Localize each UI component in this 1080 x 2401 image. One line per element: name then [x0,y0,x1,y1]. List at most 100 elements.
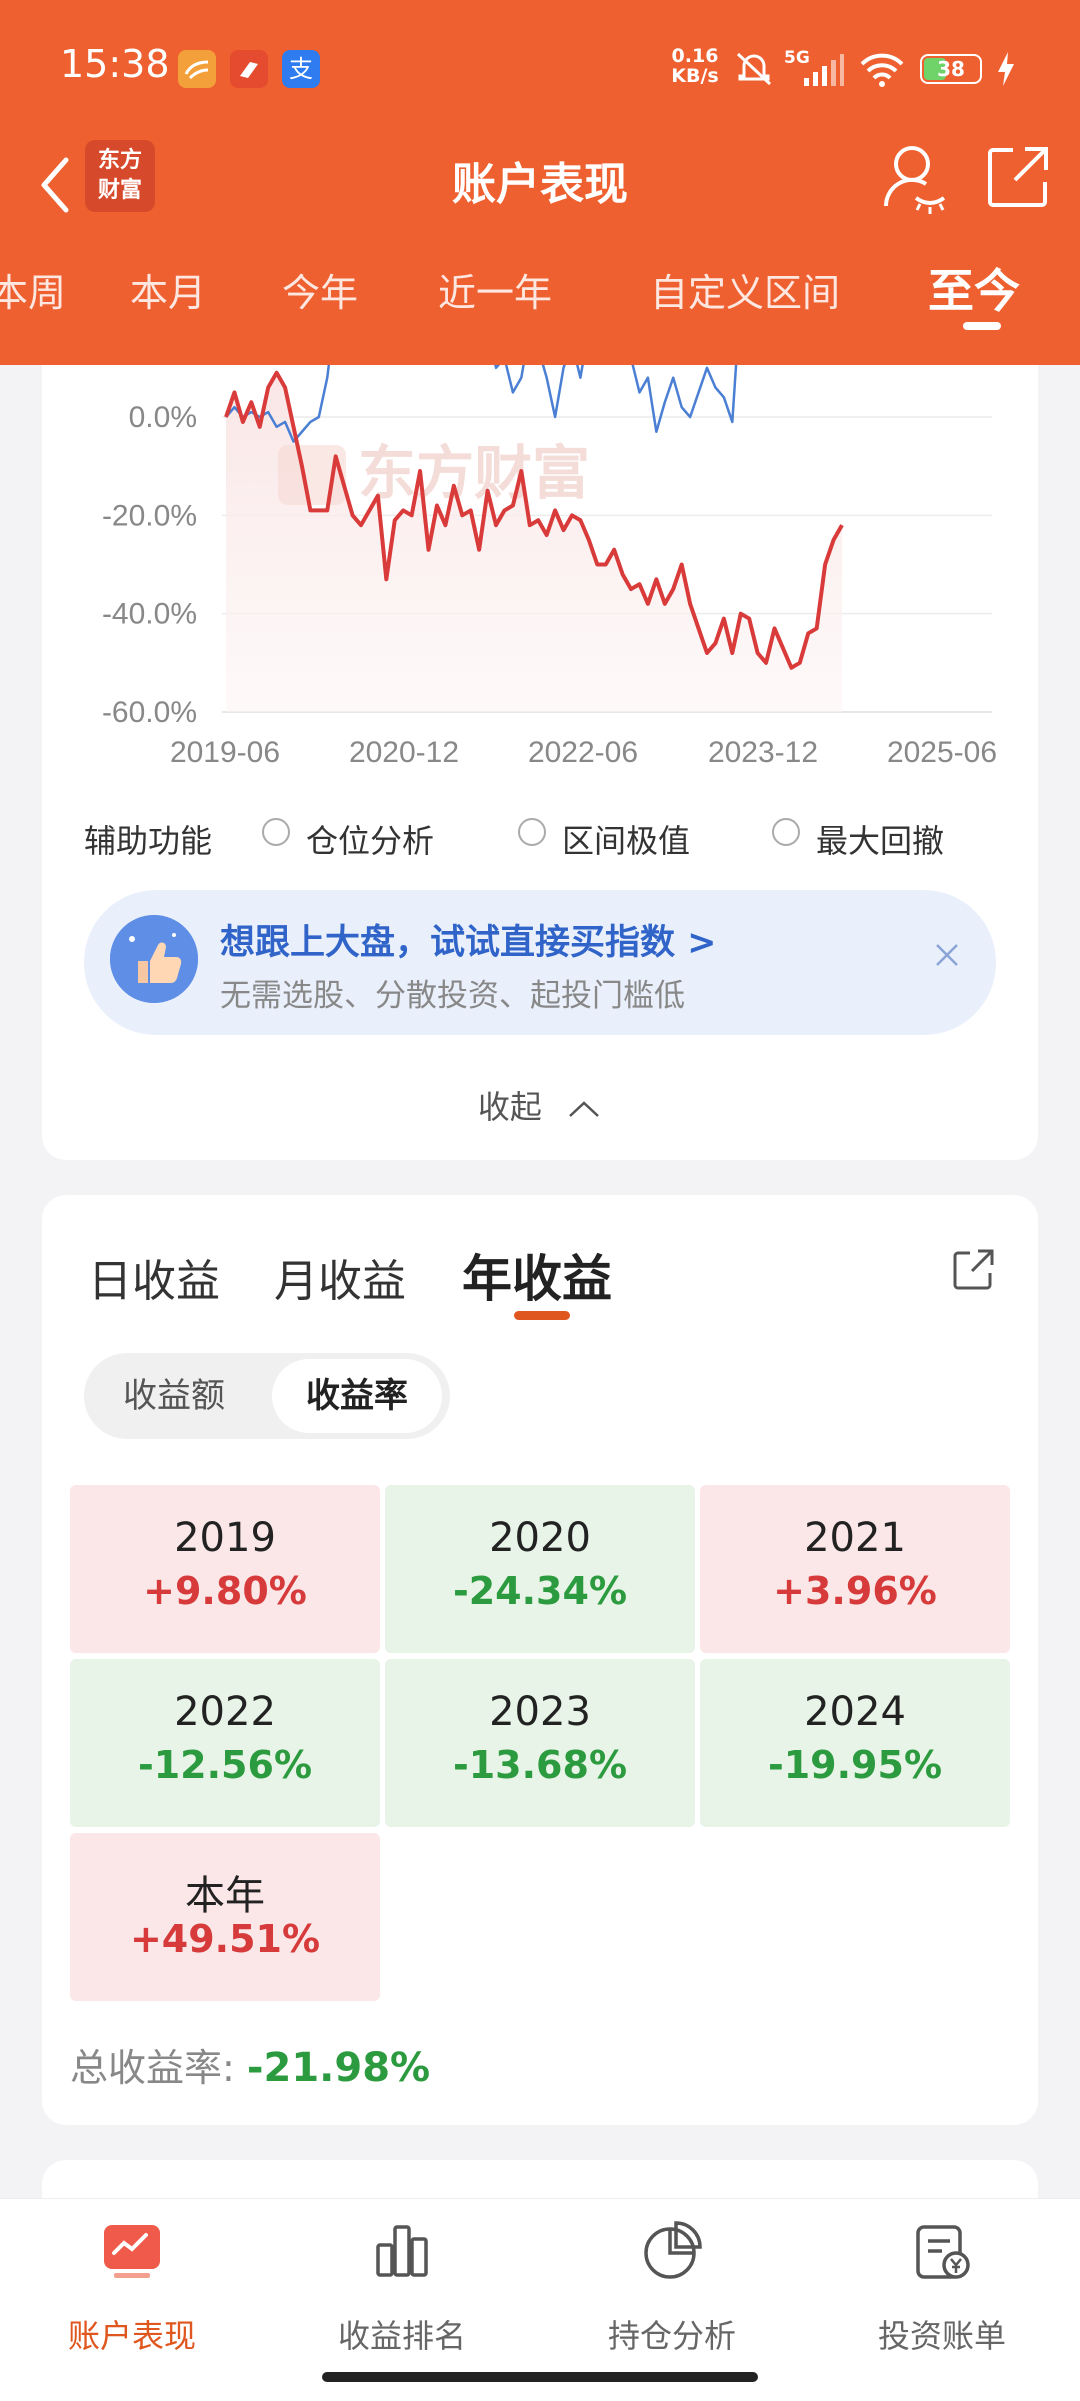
tab-since-inception[interactable]: 至今 [928,255,1020,321]
year-return: +9.80% [143,1569,307,1613]
collapse-label: 收起 [477,1088,542,1126]
collapse-button[interactable]: 收起 [0,1082,1080,1128]
period-tab-indicator [963,322,1001,330]
tab-monthly-returns[interactable]: 月收益 [274,1245,406,1309]
period-tabs: 本周 本月 今年 近一年 自定义区间 至今 [0,240,1080,365]
export-icon[interactable] [950,1245,998,1293]
radio-position-analysis[interactable] [262,818,290,846]
y-tick-label: 0.0% [129,401,197,434]
year-cell-2020[interactable]: 2020 -24.34% [385,1485,695,1653]
benchmark-return-line [225,365,738,443]
year-cell-2019[interactable]: 2019 +9.80% [70,1485,380,1653]
tab-last-year[interactable]: 近一年 [438,262,552,317]
year-cell-2022[interactable]: 2022 -12.56% [70,1659,380,1827]
year-cell-2021[interactable]: 2021 +3.96% [700,1485,1010,1653]
nav-label: 账户表现 [67,2317,196,2355]
y-tick-label: -40.0% [102,598,197,631]
index-promo-banner[interactable]: 想跟上大盘，试试直接买指数 > 无需选股、分散投资、起投门槛低 [84,890,996,1035]
wifi-icon [860,53,904,87]
nav-account-performance[interactable]: 账户表现 [32,2219,232,2359]
wallet-app-icon [178,50,216,88]
nav-holdings-analysis[interactable]: 持仓分析 [572,2219,772,2359]
tab-daily-returns[interactable]: 日收益 [88,1245,220,1309]
y-tick-label: -20.0% [102,499,197,532]
bottom-nav: 账户表现 收益排名 持仓分析 投资账单 [0,2198,1080,2401]
mute-bell-icon [736,52,772,86]
net-speed: 0.16 KB/s [670,46,720,86]
trend-icon [104,2225,160,2278]
promo-subtitle: 无需选股、分散投资、起投门槛低 [220,978,685,1014]
tab-this-year[interactable]: 今年 [282,262,358,317]
aux-option-max-drawdown[interactable]: 最大回撤 [816,816,944,862]
app-header: 15:38 支 0.16 KB/s 5G 38 东方 财富 账户表现 本周 本月… [0,0,1080,365]
total-return: 总收益率: -21.98% [70,2037,430,2092]
ticket-app-icon [230,50,268,88]
aux-function-row: 辅助功能 仓位分析 区间极值 最大回撤 [84,812,1034,862]
total-return-value: -21.98% [246,2045,431,2091]
nav-return-ranking[interactable]: 收益排名 [302,2219,502,2359]
nav-bar: 东方 财富 账户表现 [0,130,1080,240]
x-tick-label: 2019-06 [170,736,280,769]
aux-function-label: 辅助功能 [84,822,213,860]
toggle-rate-option[interactable]: 收益率 [272,1359,442,1433]
active-tab-indicator [514,1311,570,1320]
year-cell-2023[interactable]: 2023 -13.68% [385,1659,695,1827]
aux-option-position-analysis[interactable]: 仓位分析 [306,816,434,862]
radio-interval-extreme[interactable] [518,818,546,846]
aux-option-interval-extreme[interactable]: 区间极值 [562,816,690,862]
returns-card: 日收益 月收益 年收益 收益额 收益率 2019 +9.80% 2020 -24… [42,1195,1038,2125]
account-area-fill [226,372,842,712]
toggle-amount-option[interactable]: 收益额 [84,1353,264,1439]
close-icon[interactable] [932,940,962,970]
tab-yearly-returns[interactable]: 年收益 [462,1239,612,1311]
year-label: 2022 [174,1689,276,1735]
status-time: 15:38 [60,42,170,86]
alipay-label: 支 [289,55,313,83]
net-speed-value: 0.16 [671,45,719,67]
year-return: +49.51% [129,1917,321,1961]
net-speed-unit: KB/s [671,65,719,87]
alipay-icon: 支 [282,50,320,88]
amount-rate-toggle: 收益额 收益率 [84,1353,450,1439]
share-icon[interactable] [985,144,1051,210]
tab-this-month[interactable]: 本月 [130,262,206,317]
promo-title[interactable]: 想跟上大盘，试试直接买指数 > [220,914,717,965]
year-return: +3.96% [773,1569,937,1613]
radio-max-drawdown[interactable] [772,818,800,846]
year-label: 2020 [489,1515,591,1561]
bill-icon [916,2225,970,2279]
performance-line-chart[interactable]: 东方财富 0.0% -20.0% -40.0% -60.0% 2019-06 2020-… [42,365,1002,785]
year-return: -12.56% [137,1743,313,1787]
battery-icon: 38 [920,54,982,84]
tab-this-week[interactable]: 本周 [0,262,66,317]
chart-watermark: 东方财富 [278,441,590,506]
tab-custom-range[interactable]: 自定义区间 [650,262,840,317]
nav-label: 投资账单 [877,2317,1006,2355]
watermark-text: 东方财富 [358,441,590,506]
year-label: 2024 [804,1689,906,1735]
year-cell-2024[interactable]: 2024 -19.95% [700,1659,1010,1827]
x-tick-label: 2020-12 [349,736,459,769]
x-tick-label: 2025-06 [887,736,997,769]
nav-label: 收益排名 [337,2317,466,2355]
year-return: -19.95% [767,1743,943,1787]
home-indicator[interactable] [322,2372,758,2382]
nav-label: 持仓分析 [607,2317,736,2355]
total-return-label: 总收益率: [70,2046,235,2090]
bar-chart-icon [376,2225,428,2277]
pie-chart-icon [644,2221,702,2279]
x-tick-label: 2023-12 [708,736,818,769]
year-cell-this-year[interactable]: 本年 +49.51% [70,1833,380,2001]
x-tick-label: 2022-06 [528,736,638,769]
signal-icon [804,54,844,86]
year-label: 2023 [489,1689,591,1735]
year-return: -24.34% [452,1569,628,1613]
nav-investment-bill[interactable]: 投资账单 [842,2219,1042,2359]
battery-level: 38 [937,57,965,81]
thumbs-up-icon [110,915,198,1003]
year-label: 本年 [185,1873,265,1919]
year-label: 2021 [804,1515,906,1561]
year-label: 2019 [174,1515,276,1561]
chevron-up-icon [569,1101,599,1117]
user-privacy-icon[interactable] [880,140,950,220]
